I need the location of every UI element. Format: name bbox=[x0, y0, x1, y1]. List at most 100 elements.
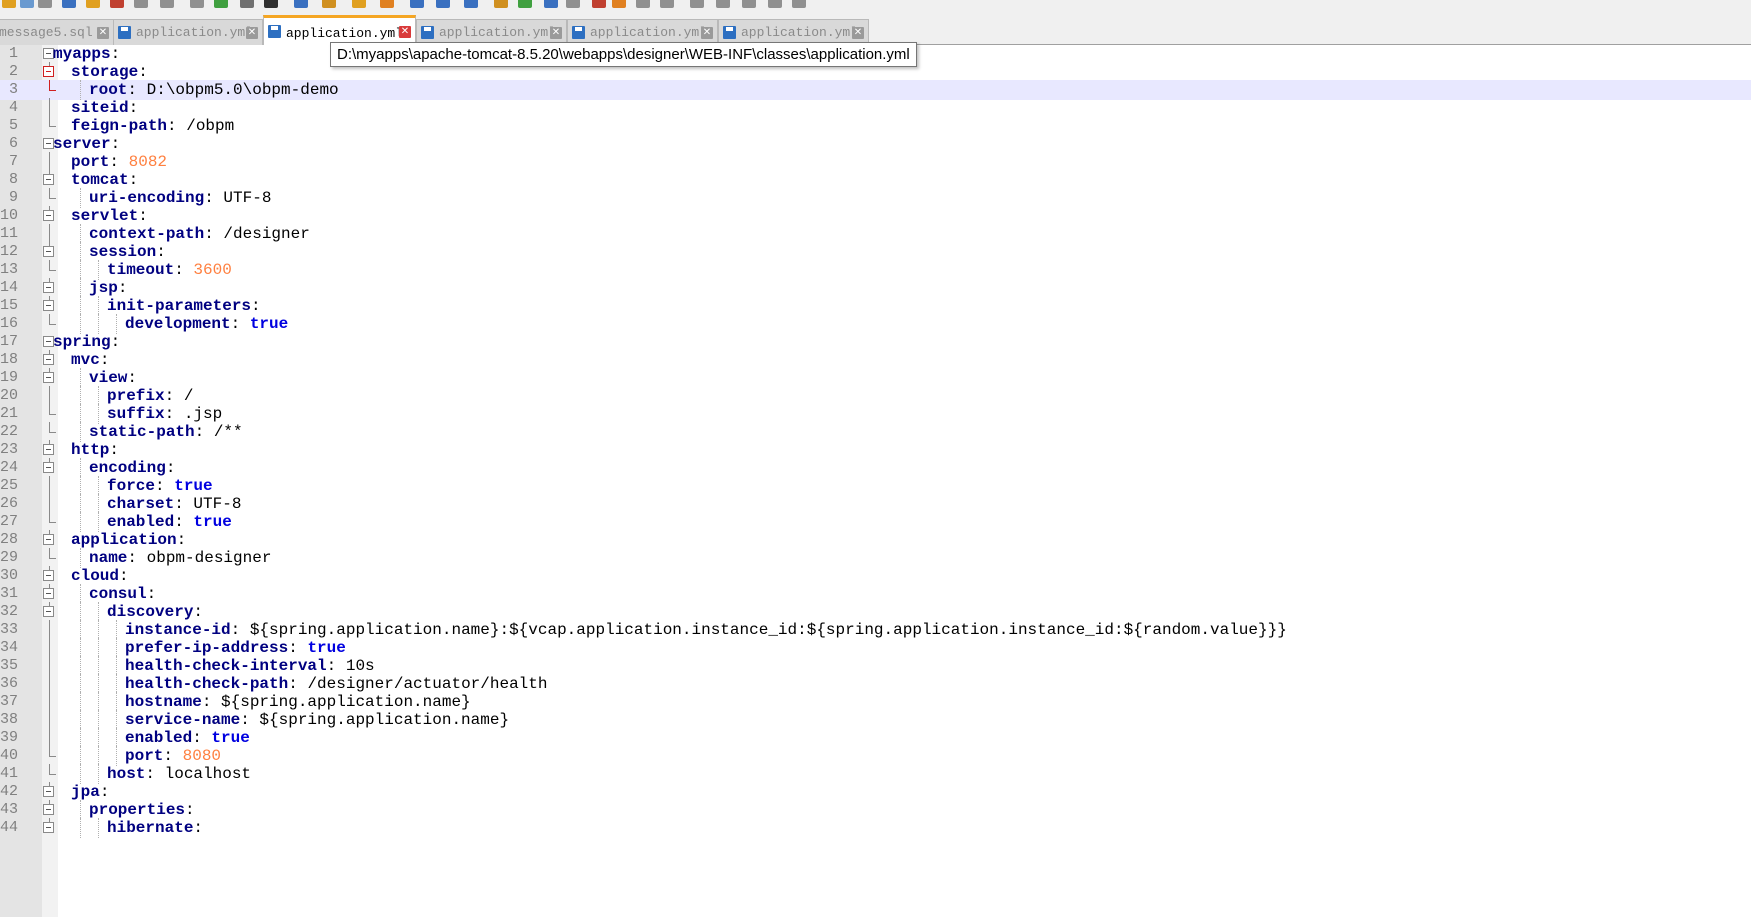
code-line[interactable]: 18 mvc: bbox=[0, 350, 1751, 370]
toolbar-button-icon[interactable] bbox=[38, 0, 52, 8]
toolbar-button-icon[interactable] bbox=[264, 0, 278, 8]
code-line[interactable]: 8 tomcat: bbox=[0, 170, 1751, 190]
fold-toggle-icon[interactable] bbox=[43, 606, 54, 617]
code-line[interactable]: 13 timeout: 3600 bbox=[0, 260, 1751, 280]
tab-message5-sql-1[interactable]: message5.sql ✕ bbox=[0, 19, 114, 45]
fold-toggle-icon[interactable] bbox=[43, 246, 54, 257]
code-line[interactable]: 39 enabled: true bbox=[0, 728, 1751, 748]
code-line[interactable]: 20 prefix: / bbox=[0, 386, 1751, 406]
fold-toggle-icon[interactable] bbox=[43, 570, 54, 581]
code-line[interactable]: 36 health-check-path: /designer/actuator/… bbox=[0, 674, 1751, 694]
code-line[interactable]: 4 siteid: bbox=[0, 98, 1751, 118]
fold-toggle-icon[interactable] bbox=[43, 300, 54, 311]
close-tab-icon[interactable]: ✕ bbox=[246, 27, 258, 39]
close-tab-icon[interactable]: ✕ bbox=[550, 27, 562, 39]
toolbar-button-icon[interactable] bbox=[352, 0, 366, 8]
toolbar-button-icon[interactable] bbox=[716, 0, 730, 8]
toolbar-button-icon[interactable] bbox=[380, 0, 394, 8]
toolbar-button-icon[interactable] bbox=[792, 0, 806, 8]
code-line[interactable]: 17 spring: bbox=[0, 332, 1751, 352]
code-line[interactable]: 31 consul: bbox=[0, 584, 1751, 604]
toolbar-button-icon[interactable] bbox=[160, 0, 174, 8]
code-line[interactable]: 21 suffix: .jsp bbox=[0, 404, 1751, 424]
toolbar-button-icon[interactable] bbox=[592, 0, 606, 8]
fold-toggle-icon[interactable] bbox=[43, 804, 54, 815]
code-line[interactable]: 44 hibernate: bbox=[0, 818, 1751, 838]
toolbar-button-icon[interactable] bbox=[86, 0, 100, 8]
code-line[interactable]: 22 static-path: /** bbox=[0, 422, 1751, 442]
fold-toggle-icon[interactable] bbox=[43, 282, 54, 293]
code-line[interactable]: 42 jpa: bbox=[0, 782, 1751, 802]
toolbar-button-icon[interactable] bbox=[190, 0, 204, 8]
close-tab-icon[interactable]: ✕ bbox=[97, 27, 109, 39]
code-line[interactable]: 23 http: bbox=[0, 440, 1751, 460]
toolbar-button-icon[interactable] bbox=[240, 0, 254, 8]
fold-toggle-icon[interactable] bbox=[43, 210, 54, 221]
fold-toggle-icon[interactable] bbox=[43, 372, 54, 383]
toolbar-button-icon[interactable] bbox=[294, 0, 308, 8]
code-line[interactable]: 12 session: bbox=[0, 242, 1751, 262]
code-line[interactable]: 14 jsp: bbox=[0, 278, 1751, 298]
code-line[interactable]: 19 view: bbox=[0, 368, 1751, 388]
code-line[interactable]: 32 discovery: bbox=[0, 602, 1751, 622]
code-line[interactable]: 33 instance-id: ${spring.application.name… bbox=[0, 620, 1751, 640]
code-line[interactable]: 38 service-name: ${spring.application.nam… bbox=[0, 710, 1751, 730]
toolbar-button-icon[interactable] bbox=[436, 0, 450, 8]
code-line[interactable]: 35 health-check-interval: 10s bbox=[0, 656, 1751, 676]
close-tab-icon[interactable]: ✕ bbox=[701, 27, 713, 39]
toolbar-button-icon[interactable] bbox=[636, 0, 650, 8]
toolbar-button-icon[interactable] bbox=[566, 0, 580, 8]
code-line[interactable]: 15 init-parameters: bbox=[0, 296, 1751, 316]
toolbar-button-icon[interactable] bbox=[690, 0, 704, 8]
code-line[interactable]: 9 uri-encoding: UTF-8 bbox=[0, 188, 1751, 208]
code-line[interactable]: 24 encoding: bbox=[0, 458, 1751, 478]
code-line[interactable]: 16 development: true bbox=[0, 314, 1751, 334]
code-line[interactable]: 11 context-path: /designer bbox=[0, 224, 1751, 244]
toolbar-button-icon[interactable] bbox=[660, 0, 674, 8]
code-line[interactable]: 10 servlet: bbox=[0, 206, 1751, 226]
fold-toggle-icon[interactable] bbox=[43, 174, 54, 185]
code-line[interactable]: 28 application: bbox=[0, 530, 1751, 550]
tab-application-yml-2[interactable]: application.yml ✕ bbox=[113, 19, 263, 45]
fold-toggle-icon[interactable] bbox=[43, 66, 54, 77]
fold-toggle-icon[interactable] bbox=[43, 354, 54, 365]
toolbar-button-icon[interactable] bbox=[612, 0, 626, 8]
toolbar-button-icon[interactable] bbox=[62, 0, 76, 8]
toolbar-button-icon[interactable] bbox=[544, 0, 558, 8]
code-line[interactable]: 37 hostname: ${spring.application.name} bbox=[0, 692, 1751, 712]
fold-toggle-icon[interactable] bbox=[43, 534, 54, 545]
toolbar-button-icon[interactable] bbox=[768, 0, 782, 8]
code-line[interactable]: 43 properties: bbox=[0, 800, 1751, 820]
code-line[interactable]: 6 server: bbox=[0, 134, 1751, 154]
fold-toggle-icon[interactable] bbox=[43, 444, 54, 455]
code-line[interactable]: 41 host: localhost bbox=[0, 764, 1751, 784]
code-line[interactable]: 30 cloud: bbox=[0, 566, 1751, 586]
toolbar-button-icon[interactable] bbox=[20, 0, 34, 8]
fold-toggle-icon[interactable] bbox=[43, 822, 54, 833]
code-line[interactable]: 29 name: obpm-designer bbox=[0, 548, 1751, 568]
toolbar-button-icon[interactable] bbox=[518, 0, 532, 8]
code-editor[interactable]: 1 myapps: 2 storage: 3 root: D:\obpm5.0\obpm-… bbox=[0, 45, 1751, 917]
toolbar-button-icon[interactable] bbox=[322, 0, 336, 8]
code-line[interactable]: 5 feign-path: /obpm bbox=[0, 116, 1751, 136]
code-line[interactable]: 26 charset: UTF-8 bbox=[0, 494, 1751, 514]
close-tab-icon[interactable]: ✕ bbox=[399, 26, 411, 38]
toolbar-button-icon[interactable] bbox=[464, 0, 478, 8]
code-line[interactable]: 3 root: D:\obpm5.0\obpm-demo bbox=[0, 80, 1751, 100]
code-line[interactable]: 34 prefer-ip-address: true bbox=[0, 638, 1751, 658]
fold-toggle-icon[interactable] bbox=[43, 588, 54, 599]
close-tab-icon[interactable]: ✕ bbox=[852, 27, 864, 39]
code-line[interactable]: 7 port: 8082 bbox=[0, 152, 1751, 172]
toolbar-button-icon[interactable] bbox=[494, 0, 508, 8]
toolbar-button-icon[interactable] bbox=[410, 0, 424, 8]
toolbar-button-icon[interactable] bbox=[110, 0, 124, 8]
fold-toggle-icon[interactable] bbox=[43, 786, 54, 797]
toolbar-button-icon[interactable] bbox=[214, 0, 228, 8]
toolbar-button-icon[interactable] bbox=[742, 0, 756, 8]
code-line[interactable]: 27 enabled: true bbox=[0, 512, 1751, 532]
toolbar-button-icon[interactable] bbox=[134, 0, 148, 8]
fold-toggle-icon[interactable] bbox=[43, 462, 54, 473]
code-line[interactable]: 40 port: 8080 bbox=[0, 746, 1751, 766]
code-line[interactable]: 25 force: true bbox=[0, 476, 1751, 496]
toolbar-button-icon[interactable] bbox=[2, 0, 16, 8]
